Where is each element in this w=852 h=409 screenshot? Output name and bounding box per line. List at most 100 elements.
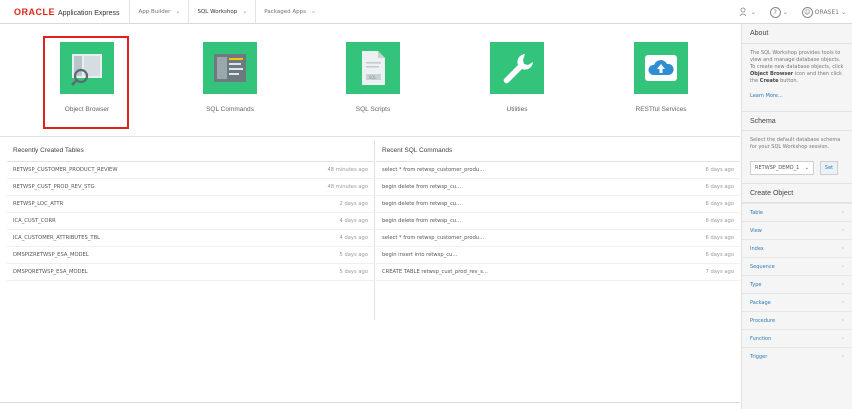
create-item-label: Type [750,281,762,288]
tab-label: Packaged Apps [264,8,306,15]
created-time: 5 days ago [339,269,369,275]
table-name[interactable]: DMSPQRETWSP_ESA_MODEL [13,269,88,275]
table-row[interactable]: RETWSP_CUST_PROD_REV_STG 48 minutes ago [7,179,374,196]
tab-sql-workshop[interactable]: SQL Workshop ⌄ [188,0,255,24]
chevron-right-icon: › [841,227,844,234]
create-procedure-link[interactable]: Procedure › [742,311,852,329]
chevron-right-icon: › [841,335,844,342]
list-item[interactable]: begin insert into retwsp_cu... 6 days ago [376,247,740,264]
table-name[interactable]: RETWSP_LOC_ATTR [13,201,63,207]
tab-app-builder[interactable]: App Builder ⌄ [129,0,188,24]
chevron-right-icon: › [841,299,844,306]
chevron-down-icon: ⌄ [840,8,846,16]
panel-title: Recent SQL Commands [376,140,740,162]
create-type-link[interactable]: Type › [742,275,852,293]
create-function-link[interactable]: Function › [742,329,852,347]
command-time: 6 days ago [705,167,735,173]
sql-command-text[interactable]: begin delete from retwsp_cu... [382,218,461,224]
schema-select[interactable]: RETWSP_DEMO_1 ⌄ [750,161,814,175]
table-row[interactable]: RETWSP_LOC_ATTR 2 days ago [7,196,374,213]
sql-command-text[interactable]: begin insert into retwsp_cu... [382,252,457,258]
sql-commands-icon [214,54,246,82]
sql-command-text[interactable]: begin delete from retwsp_cu... [382,184,461,190]
chevron-right-icon: › [841,281,844,288]
right-sidebar: About The SQL Workshop provides tools to… [741,24,852,409]
created-time: 4 days ago [339,235,369,241]
sql-scripts-launch[interactable]: SQL SQL Scripts [318,42,428,128]
create-sequence-link[interactable]: Sequence › [742,257,852,275]
create-trigger-link[interactable]: Trigger › [742,347,852,365]
sql-command-text[interactable]: begin delete from retwsp_cu... [382,201,461,207]
tab-label: SQL Workshop [197,8,238,15]
chevron-down-icon[interactable]: ⌄ [175,8,180,15]
set-schema-button[interactable]: Set [820,161,838,175]
header-actions: ⌄ ? ⌄ ☺ ORASE1 ⌄ [739,0,846,24]
create-index-link[interactable]: Index › [742,239,852,257]
schema-value: RETWSP_DEMO_1 [755,165,800,171]
sql-scripts-tile[interactable]: SQL [346,42,400,94]
restful-services-launch[interactable]: RESTful Services [606,42,716,128]
list-item[interactable]: CREATE TABLE retwsp_cust_prod_rev_s... 7 … [376,264,740,281]
table-name[interactable]: ICA_CUST_CORR [13,218,56,224]
created-time: 5 days ago [339,252,369,258]
table-name[interactable]: ICA_CUSTOMER_ATTRIBUTES_TBL [13,235,100,241]
table-row[interactable]: ICA_CUST_CORR 4 days ago [7,213,374,230]
administration-menu[interactable]: ⌄ [739,7,756,17]
table-row[interactable]: DMSPIZRETWSP_ESA_MODEL 5 days ago [7,247,374,264]
learn-more-link[interactable]: Learn More... [742,91,852,105]
list-item[interactable]: begin delete from retwsp_cu... 6 days ago [376,179,740,196]
created-time: 4 days ago [339,218,369,224]
create-table-link[interactable]: Table › [742,203,852,221]
about-text: The SQL Workshop provides tools to view … [742,44,852,91]
created-time: 48 minutes ago [327,184,368,190]
sql-command-text[interactable]: CREATE TABLE retwsp_cust_prod_rev_s... [382,269,488,275]
table-row[interactable]: DMSPQRETWSP_ESA_MODEL 5 days ago [7,264,374,281]
create-item-label: Trigger [750,353,768,360]
sql-command-text[interactable]: select * from retwsp_customer_produ... [382,235,484,241]
created-time: 2 days ago [339,201,369,207]
chevron-right-icon: › [841,353,844,360]
logo-brand: ORACLE [14,6,55,17]
help-menu[interactable]: ? ⌄ [769,6,788,18]
create-package-link[interactable]: Package › [742,293,852,311]
about-bold-create: Create [759,78,779,84]
create-item-label: View [750,227,762,234]
chevron-down-icon[interactable]: ⌄ [311,8,316,15]
about-bold-object-browser: Object Browser [750,71,794,77]
restful-cloud-icon [645,55,677,81]
table-name[interactable]: DMSPIZRETWSP_ESA_MODEL [13,252,89,258]
object-browser-highlight [43,36,129,129]
launch-label: SQL Scripts [355,106,391,113]
chevron-right-icon: › [841,263,844,270]
utilities-launch[interactable]: Utilities [462,42,572,128]
list-item[interactable]: select * from retwsp_customer_produ... 6 … [376,162,740,179]
list-item[interactable]: select * from retwsp_customer_produ... 6 … [376,230,740,247]
create-item-label: Sequence [750,263,775,270]
recent-tables-panel: Recently Created Tables RETWSP_CUSTOMER_… [7,140,375,320]
list-item[interactable]: begin delete from retwsp_cu... 6 days ago [376,196,740,213]
sql-commands-tile[interactable] [203,42,257,94]
oracle-apex-logo[interactable]: ORACLE Application Express [14,7,119,17]
about-title: About [742,24,852,44]
utilities-tile[interactable] [490,42,544,94]
tab-label: App Builder [138,8,171,15]
create-item-label: Procedure [750,317,776,324]
sql-command-text[interactable]: select * from retwsp_customer_produ... [382,167,484,173]
command-time: 6 days ago [705,252,735,258]
created-time: 48 minutes ago [327,167,368,173]
sql-commands-launch[interactable]: SQL Commands [175,42,285,128]
table-name[interactable]: RETWSP_CUSTOMER_PRODUCT_REVIEW [13,167,117,173]
table-row[interactable]: ICA_CUSTOMER_ATTRIBUTES_TBL 4 days ago [7,230,374,247]
list-item[interactable]: begin delete from retwsp_cu... 6 days ago [376,213,740,230]
table-row[interactable]: RETWSP_CUSTOMER_PRODUCT_REVIEW 48 minutes… [7,162,374,179]
create-view-link[interactable]: View › [742,221,852,239]
user-menu[interactable]: ☺ ORASE1 ⌄ [801,6,846,18]
launch-label: RESTful Services [635,106,687,113]
restful-services-tile[interactable] [634,42,688,94]
create-item-label: Function [750,335,772,342]
chevron-down-icon[interactable]: ⌄ [242,8,247,15]
divider [0,136,740,137]
divider [0,402,740,403]
tab-packaged-apps[interactable]: Packaged Apps ⌄ [255,0,324,24]
table-name[interactable]: RETWSP_CUST_PROD_REV_STG [13,184,95,190]
